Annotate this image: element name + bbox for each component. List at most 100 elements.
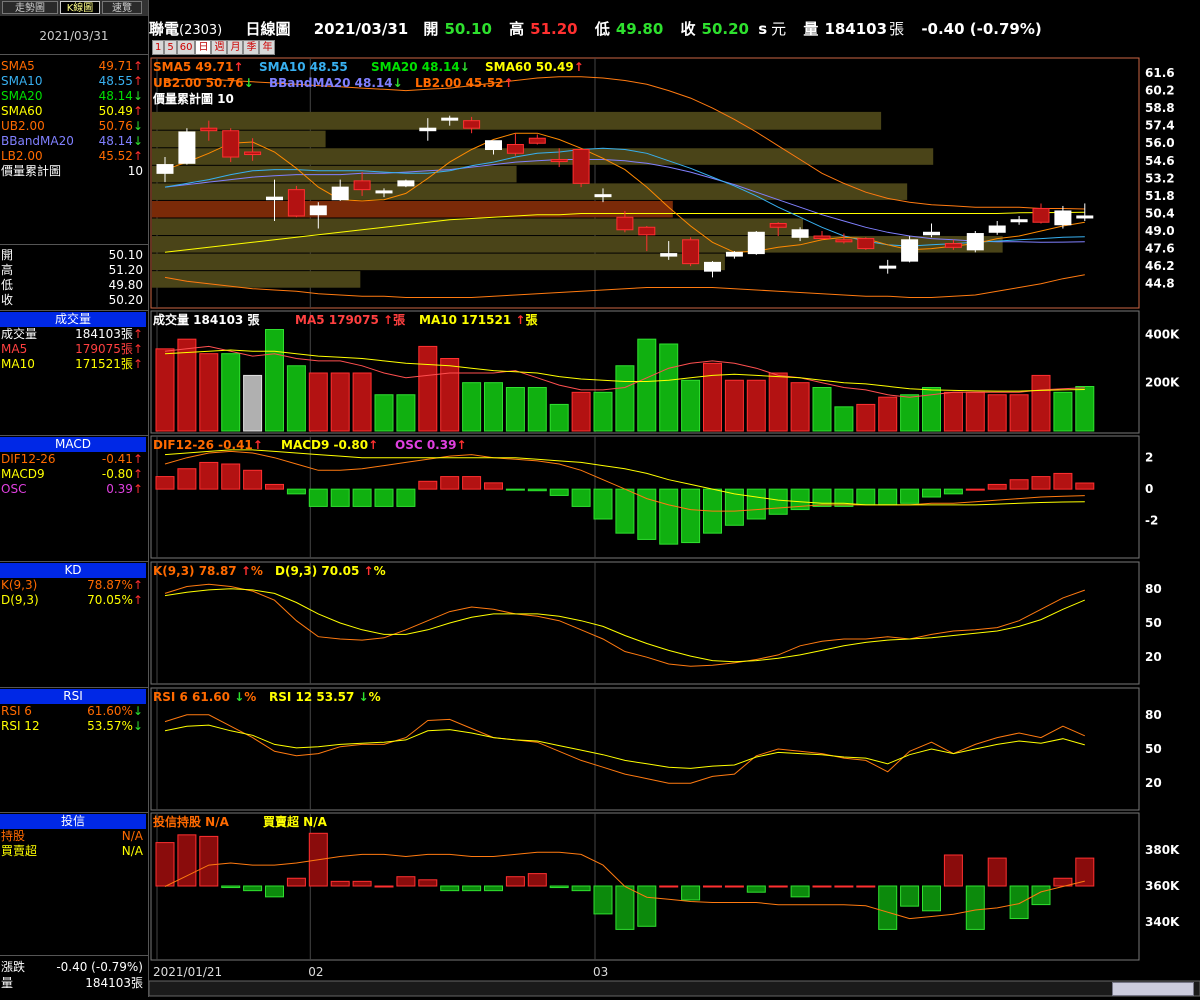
volume-legend-label-1: MA5 179075 ↑張 (295, 313, 406, 327)
candle (200, 127, 218, 132)
tab-trend[interactable]: 走勢圖 (2, 1, 58, 14)
macd-legend-row-2-value: 0.39↑ (106, 482, 143, 497)
trust-legend-row-1-value: N/A (122, 844, 143, 859)
volume-bar (615, 365, 635, 432)
rsi-legend-row-1-label: RSI 12 (1, 719, 40, 733)
period-button-4[interactable]: 週 (211, 40, 228, 55)
price-y-tick: 61.6 (1145, 66, 1175, 80)
chart-svg[interactable]: 2021/01/21 02 0361.660.258.857.456.054.653… (148, 0, 1200, 997)
rsi12-line (164, 724, 1085, 769)
macd-osc-bar (987, 483, 1007, 490)
footer-row-0-value-text: -0.40 (-0.79%) (56, 960, 143, 974)
left-date: 2021/03/31 (0, 18, 148, 55)
period-button-2[interactable]: 60 (176, 40, 196, 55)
volume-bar (1053, 391, 1073, 432)
separator (0, 687, 148, 688)
macd-legend-row-0-value-text: -0.41 (101, 452, 133, 466)
volume-bar (286, 365, 306, 432)
trust-net-bar (768, 885, 788, 888)
volume-bar (746, 379, 766, 432)
ohlc-row-3: 收 50.20 (0, 293, 146, 308)
period-button-5[interactable]: 月 (227, 40, 244, 55)
trust-net-bar (724, 885, 744, 888)
trust-net-bar (396, 876, 416, 887)
volume-bar (703, 362, 722, 432)
candle (879, 265, 897, 269)
period-button-1[interactable]: 5 (164, 40, 177, 55)
period-button-7[interactable]: 年 (259, 40, 276, 55)
section-title-volume: 成交量 (0, 312, 146, 327)
volume-bar (440, 358, 460, 432)
trust-net-bar (703, 885, 722, 888)
price-y-tick: 54.6 (1145, 154, 1175, 168)
ohlc-row-1-label: 高 (1, 263, 14, 277)
tab-kline[interactable]: K線圖 (60, 1, 100, 14)
candle (550, 159, 568, 163)
macd-osc-bar (812, 488, 832, 507)
horizontal-scrollbar[interactable] (148, 980, 1200, 997)
rsi-legend-row-0: RSI 6 61.60%↓ (0, 704, 146, 719)
trust-net-bar (746, 885, 766, 893)
kd-k-line (164, 583, 1085, 667)
period-button-0[interactable]: 1 (152, 40, 165, 55)
volume-bar (352, 372, 372, 432)
trust-net-bar (440, 885, 460, 892)
trust-legend-row-0-label: 持股 (1, 829, 26, 843)
kd-legend-label-0: K(9,3) 78.87 ↑% (153, 564, 263, 578)
trust-net-bar (637, 885, 657, 927)
price-legend-ub200-label: UB2.00 (1, 119, 45, 133)
open-label: 開 (423, 20, 439, 38)
rsi-legend-label-0: RSI 6 61.60 ↓% (153, 690, 256, 704)
candle (835, 239, 853, 243)
price-y-tick: 58.8 (1145, 101, 1175, 115)
candle (375, 190, 393, 194)
kd-legend-label-1: D(9,3) 70.05 ↑% (275, 564, 386, 578)
macd-legend-row-2-value-text: 0.39 (106, 482, 133, 496)
chart-area[interactable]: 2021/01/21 02 03 61.6 60.2 58.8 57.4 56.0 54.6 53… (148, 0, 1200, 997)
price-legend-bbandma20-arrow-icon: ↓ (132, 134, 143, 148)
macd-osc-bar (1053, 472, 1073, 490)
high-label: 高 (509, 20, 525, 38)
volume-legend-row-1-arrow-icon: ↑ (132, 342, 143, 356)
x-tick-label: 02 (308, 965, 323, 979)
trust-net-bar (330, 880, 350, 887)
ohlc-row-0-value-text: 50.10 (108, 248, 143, 262)
price-legend-label-1: SMA10 48.55 (259, 60, 348, 74)
volume-legend-row-2: MA10 171521張↑ (0, 357, 146, 372)
candle (966, 233, 984, 251)
macd-legend-label-0: DIF12-26 -0.41↑ (153, 438, 263, 452)
kd-legend-row-1-value: 70.05%↑ (87, 593, 143, 608)
macd-osc-bar (659, 488, 679, 545)
price-legend--label: 價量累計圖 (1, 164, 62, 178)
tab-quick[interactable]: 速覽 (102, 1, 142, 14)
footer-row-1: 量 184103張 (0, 976, 146, 991)
footer-row-0: 漲跌 -0.40 (-0.79%) (0, 960, 146, 975)
ohlc-row-0: 開 50.10 (0, 248, 146, 263)
candle (725, 251, 743, 257)
volume-bar (396, 394, 416, 432)
trust-y-tick: 360K (1145, 879, 1180, 893)
period-button-6[interactable]: 季 (243, 40, 260, 55)
trust-net-bar (286, 877, 306, 887)
macd-y-tick: 2 (1145, 451, 1153, 465)
trust-net-bar (681, 885, 701, 901)
price-y-tick: 56.0 (1145, 136, 1175, 150)
volume-label: 量 (803, 20, 819, 38)
macd-legend-row-2-label: OSC (1, 482, 27, 496)
price-legend-lb200-value: 45.52↑ (99, 149, 143, 164)
macd-osc-bar (1075, 482, 1095, 490)
macd-osc-bar (243, 469, 263, 490)
candle (1076, 215, 1094, 219)
price-legend-sma5-arrow-icon: ↑ (132, 59, 143, 73)
price-legend-sma5-label: SMA5 (1, 59, 35, 73)
panel-frame (150, 687, 1140, 811)
period-button-3[interactable]: 日 (195, 40, 212, 55)
price-legend-bbandma20-label: BBandMA20 (1, 134, 74, 148)
candle (769, 223, 787, 228)
volume-bar (943, 391, 963, 432)
macd-osc-bar (199, 461, 219, 490)
volume-bar (505, 387, 525, 432)
price-legend-sma60-value: 50.49↑ (99, 104, 143, 119)
macd-legend-row-2: OSC 0.39↑ (0, 482, 146, 497)
trust-legend-label-1: 買賣超 N/A (263, 814, 328, 829)
